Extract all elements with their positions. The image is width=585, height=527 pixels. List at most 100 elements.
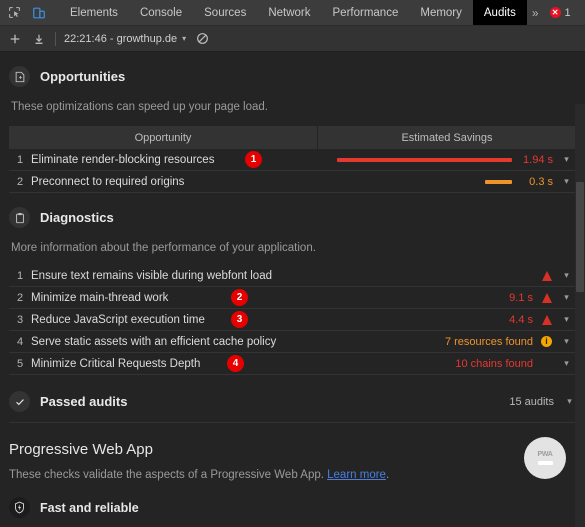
chevron-down-icon[interactable]: ▾ xyxy=(560,154,573,165)
new-document-icon xyxy=(9,66,30,87)
savings-bar-track xyxy=(337,179,512,184)
error-count-badge[interactable]: ✕ 1 xyxy=(545,7,576,19)
diagnostics-table: 1 Ensure text remains visible during web… xyxy=(9,265,576,375)
devtools-tabbar: Elements Console Sources Network Perform… xyxy=(0,0,585,26)
device-toolbar-icon[interactable] xyxy=(30,4,47,21)
clipboard-icon xyxy=(9,207,30,228)
pwa-description-text: These checks validate the aspects of a P… xyxy=(9,469,328,481)
savings-bar xyxy=(485,179,512,184)
table-row[interactable]: 2 Minimize main-thread work 2 9.1 s ▾ xyxy=(9,287,576,309)
pwa-title: Progressive Web App xyxy=(9,441,153,458)
passed-audits-row[interactable]: Passed audits 15 audits ▾ xyxy=(9,391,576,423)
tab-network[interactable]: Network xyxy=(257,0,321,25)
more-tabs-icon[interactable]: » xyxy=(527,6,543,20)
opportunities-table-header: Opportunity Estimated Savings xyxy=(9,126,576,149)
pwa-badge-label: PWA xyxy=(537,451,553,458)
chevron-down-icon: ▾ xyxy=(182,34,187,43)
pwa-badge-bar xyxy=(537,461,553,465)
table-row[interactable]: 3 Reduce JavaScript execution time 3 4.4… xyxy=(9,309,576,331)
passed-audits-title: Passed audits xyxy=(40,394,128,409)
table-row[interactable]: 2 Preconnect to required origins 0.3 s ▾ xyxy=(9,171,576,193)
opportunities-description: These optimizations can speed up your pa… xyxy=(11,101,268,113)
row-metrics: 0.3 s ▾ xyxy=(337,176,576,188)
scrollbar-thumb[interactable] xyxy=(576,182,584,292)
annotation-marker-3: 3 xyxy=(231,311,248,328)
chevron-down-icon[interactable]: ▾ xyxy=(560,292,573,303)
info-circle-icon: i xyxy=(540,336,553,347)
fast-and-reliable-header: Fast and reliable xyxy=(9,497,576,518)
learn-more-link[interactable]: Learn more xyxy=(327,469,386,481)
row-index: 1 xyxy=(16,269,24,282)
savings-bar-track xyxy=(337,157,512,162)
table-row[interactable]: 1 Eliminate render-blocking resources 1 … xyxy=(9,149,576,171)
tab-audits[interactable]: Audits xyxy=(472,0,527,25)
opportunities-title: Opportunities xyxy=(40,69,126,84)
check-circle-icon xyxy=(9,391,30,412)
row-value: 9.1 s xyxy=(509,291,533,304)
warning-triangle-icon xyxy=(540,270,553,281)
download-report-icon[interactable] xyxy=(31,31,47,47)
diagnostics-description: More information about the performance o… xyxy=(11,242,316,254)
tab-memory[interactable]: Memory xyxy=(409,0,473,25)
row-metrics: 10 chains found ▾ xyxy=(455,358,576,370)
annotation-marker-4: 4 xyxy=(227,355,244,372)
chevron-down-icon[interactable]: ▾ xyxy=(560,336,573,347)
row-metrics: 9.1 s ▾ xyxy=(499,292,576,304)
row-title: Minimize main-thread work xyxy=(31,291,169,304)
panel-scrollbar[interactable] xyxy=(575,104,585,527)
chevron-down-icon[interactable]: ▾ xyxy=(560,270,573,281)
audits-report-panel: Opportunities These optimizations can sp… xyxy=(0,52,585,527)
table-row[interactable]: 1 Ensure text remains visible during web… xyxy=(9,265,576,287)
report-selector-label: 22:21:46 - growthup.de xyxy=(64,32,178,45)
row-index: 2 xyxy=(16,291,24,304)
report-selector[interactable]: 22:21:46 - growthup.de ▾ xyxy=(64,33,186,45)
tabbar-tabs: Elements Console Sources Network Perform… xyxy=(59,0,527,25)
row-index: 2 xyxy=(16,175,24,188)
devtools-window: Elements Console Sources Network Perform… xyxy=(0,0,585,527)
audits-toolbar: 22:21:46 - growthup.de ▾ xyxy=(0,26,585,52)
row-title: Serve static assets with an efficient ca… xyxy=(31,335,277,348)
warning-triangle-icon xyxy=(540,314,553,325)
row-title: Eliminate render-blocking resources xyxy=(31,153,215,166)
tab-elements[interactable]: Elements xyxy=(59,0,129,25)
table-row[interactable]: 4 Serve static assets with an efficient … xyxy=(9,331,576,353)
shield-bolt-icon xyxy=(9,497,30,518)
tab-sources[interactable]: Sources xyxy=(193,0,257,25)
error-count-label: 1 xyxy=(564,6,571,19)
row-title: Ensure text remains visible during webfo… xyxy=(31,269,272,282)
toolbar-divider xyxy=(55,31,56,46)
row-title: Preconnect to required origins xyxy=(31,175,185,188)
more-options-icon[interactable] xyxy=(578,7,585,18)
inspect-element-icon[interactable] xyxy=(6,4,23,21)
pwa-description: These checks validate the aspects of a P… xyxy=(9,469,576,481)
clear-all-icon[interactable] xyxy=(194,31,210,47)
row-value: 7 resources found xyxy=(444,335,533,348)
add-audit-icon[interactable] xyxy=(7,31,23,47)
row-metrics: 7 resources found i ▾ xyxy=(445,336,576,348)
row-value: 1.94 s xyxy=(523,153,553,166)
row-value: 4.4 s xyxy=(509,313,533,326)
opportunities-header: Opportunities xyxy=(9,66,576,87)
row-index: 3 xyxy=(16,313,24,326)
warning-triangle-icon xyxy=(540,292,553,303)
diagnostics-header: Diagnostics xyxy=(9,207,576,228)
row-value: 10 chains found xyxy=(455,357,533,370)
error-icon: ✕ xyxy=(549,7,561,18)
passed-audits-meta: 15 audits ▾ xyxy=(509,396,576,408)
pwa-score-badge: PWA xyxy=(524,437,566,479)
tab-performance[interactable]: Performance xyxy=(322,0,410,25)
chevron-down-icon[interactable]: ▾ xyxy=(560,176,573,187)
column-header-estimated-savings: Estimated Savings xyxy=(317,126,576,149)
fast-and-reliable-title: Fast and reliable xyxy=(40,500,139,515)
chevron-down-icon[interactable]: ▾ xyxy=(560,358,573,369)
table-row[interactable]: 5 Minimize Critical Requests Depth 4 10 … xyxy=(9,353,576,375)
row-metrics: 4.4 s ▾ xyxy=(499,314,576,326)
row-title: Reduce JavaScript execution time xyxy=(31,313,205,326)
row-metrics: ▾ xyxy=(499,270,576,281)
tab-console[interactable]: Console xyxy=(129,0,193,25)
chevron-down-icon[interactable]: ▾ xyxy=(560,314,573,325)
row-index: 4 xyxy=(16,335,24,348)
row-title: Minimize Critical Requests Depth xyxy=(31,357,201,370)
row-metrics: 1.94 s ▾ xyxy=(337,154,576,166)
column-header-opportunity: Opportunity xyxy=(134,131,192,144)
